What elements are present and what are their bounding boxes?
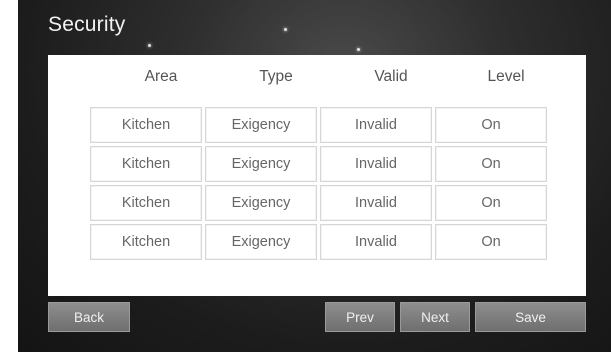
column-header-type: Type <box>259 68 293 85</box>
back-button[interactable]: Back <box>48 302 130 332</box>
area-cell[interactable]: Kitchen <box>90 107 202 143</box>
valid-cell[interactable]: Invalid <box>320 107 432 143</box>
column-header-valid: Valid <box>374 68 408 85</box>
sparkle-decoration <box>357 48 360 51</box>
bottom-toolbar: Back Prev Next Save <box>18 296 611 352</box>
valid-cell[interactable]: Invalid <box>320 224 432 260</box>
table-header: Area Type Valid Level <box>48 55 586 97</box>
sparkle-decoration <box>148 44 151 47</box>
type-cell[interactable]: Exigency <box>205 107 317 143</box>
page-title: Security <box>48 13 126 36</box>
prev-button[interactable]: Prev <box>325 302 395 332</box>
column-header-level: Level <box>487 68 525 85</box>
valid-cell[interactable]: Invalid <box>320 185 432 221</box>
next-button[interactable]: Next <box>400 302 470 332</box>
screen-background: Security Area Type Valid Level Kitchen E… <box>18 0 611 352</box>
area-cell[interactable]: Kitchen <box>90 224 202 260</box>
valid-cell[interactable]: Invalid <box>320 146 432 182</box>
security-table-panel: Area Type Valid Level Kitchen Exigency I… <box>48 55 586 296</box>
type-cell[interactable]: Exigency <box>205 224 317 260</box>
column-header-area: Area <box>144 68 178 85</box>
save-button[interactable]: Save <box>475 302 586 332</box>
area-cell[interactable]: Kitchen <box>90 146 202 182</box>
area-cell[interactable]: Kitchen <box>90 185 202 221</box>
level-cell[interactable]: On <box>435 107 547 143</box>
type-cell[interactable]: Exigency <box>205 146 317 182</box>
level-cell[interactable]: On <box>435 185 547 221</box>
level-cell[interactable]: On <box>435 224 547 260</box>
type-cell[interactable]: Exigency <box>205 185 317 221</box>
level-cell[interactable]: On <box>435 146 547 182</box>
sparkle-decoration <box>284 28 287 31</box>
